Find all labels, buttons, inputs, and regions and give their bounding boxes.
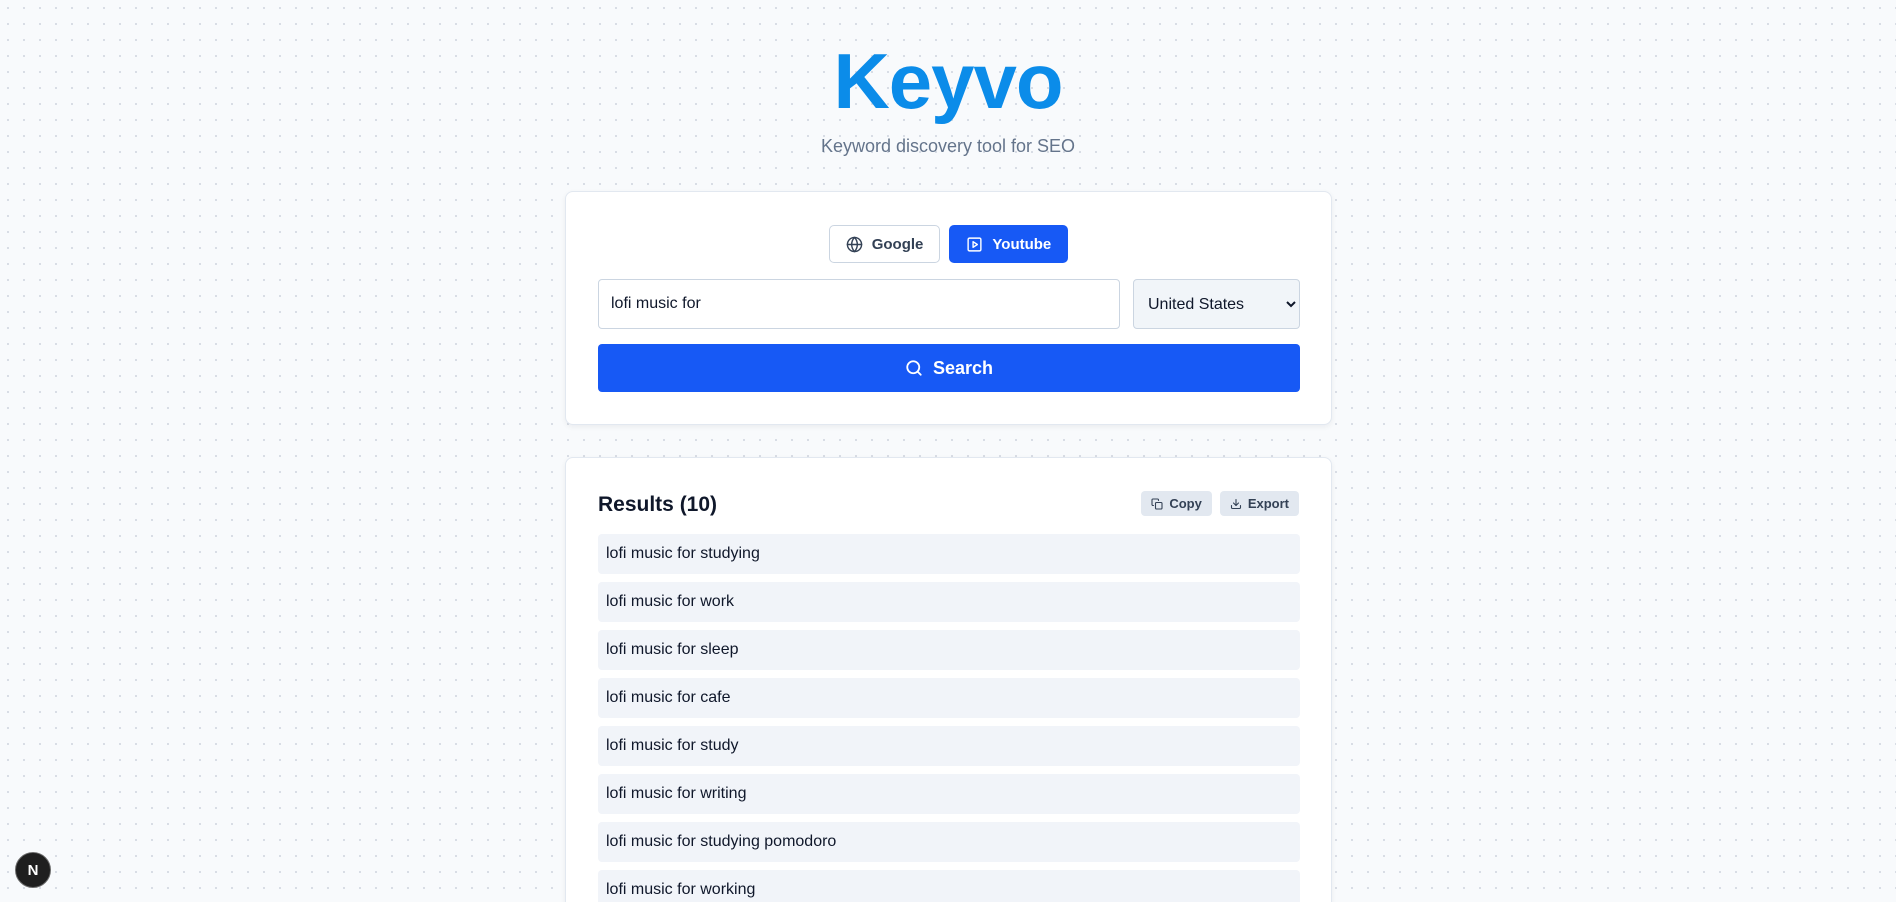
youtube-engine-button[interactable]: Youtube [949,225,1069,263]
badge-letter: N [27,861,39,879]
globe-icon [846,236,863,252]
tagline: Keyword discovery tool for SEO [820,136,1076,156]
result-item[interactable]: lofi music for studying pomodoro [598,822,1300,862]
search-button[interactable]: Search [598,344,1300,392]
google-engine-button[interactable]: Google [828,225,941,263]
youtube-engine-label: Youtube [992,235,1052,253]
header: Keyvo Keyword discovery tool for SEO [0,38,1896,157]
result-item[interactable]: lofi music for studying [598,534,1300,574]
results-actions: Copy Export [1141,491,1299,516]
results-title: Results (10) [598,493,718,516]
result-item[interactable]: lofi music for cafe [598,678,1300,718]
result-item[interactable]: lofi music for work [598,582,1300,622]
copy-button[interactable]: Copy [1141,491,1212,516]
search-button-label: Search [932,357,994,378]
video-play-icon [967,236,982,252]
search-icon [906,360,922,376]
result-item[interactable]: lofi music for working [598,870,1300,902]
export-button[interactable]: Export [1219,491,1299,516]
dev-tools-badge[interactable]: N [15,852,51,888]
google-engine-label: Google [871,235,924,253]
engine-toggle: Google Youtube [566,225,1331,263]
download-icon [1230,498,1241,509]
search-card: Google Youtube United States Search [565,191,1332,425]
export-button-label: Export [1247,496,1289,511]
brand-title: Keyvo [833,37,1063,125]
copy-button-label: Copy [1169,496,1202,511]
results-list: lofi music for studying lofi music for w… [598,534,1300,902]
keyword-search-input[interactable] [598,279,1120,329]
result-item[interactable]: lofi music for sleep [598,630,1300,670]
result-item[interactable]: lofi music for writing [598,774,1300,814]
results-card: Results (10) Copy Export lofi music for … [565,457,1332,902]
result-item[interactable]: lofi music for study [598,726,1300,766]
copy-icon [1151,497,1163,510]
page: Keyvo Keyword discovery tool for SEO Goo… [0,0,1896,902]
country-select[interactable]: United States [1133,279,1300,329]
